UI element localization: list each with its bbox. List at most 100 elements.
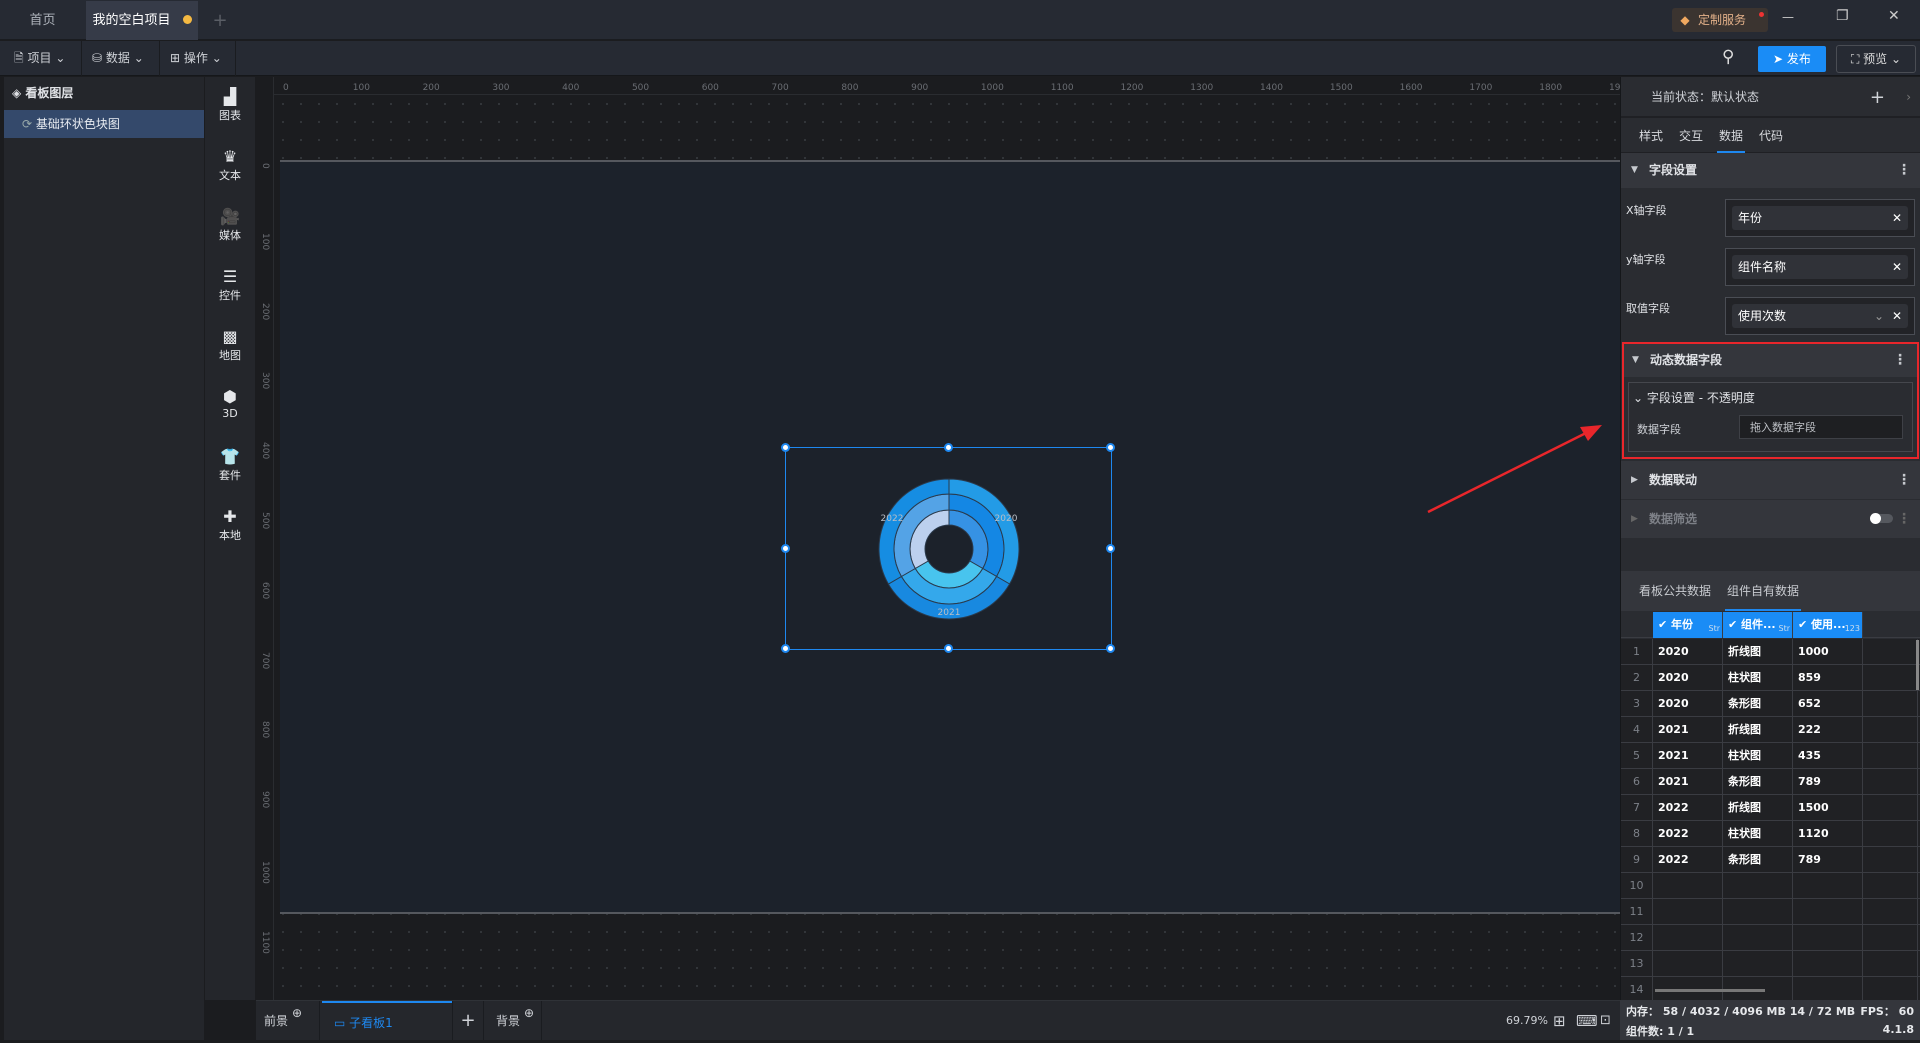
table-cell[interactable] [1863, 873, 1918, 899]
field-dropzone[interactable]: 使用次数 ⌄ ✕ [1725, 297, 1915, 335]
component-puzzle[interactable]: ✚ 本地 [205, 507, 255, 543]
table-cell[interactable]: 2020 [1653, 691, 1723, 717]
restore-button[interactable]: ❐ [1836, 8, 1849, 24]
table-cell[interactable]: 2021 [1653, 743, 1723, 769]
table-cell[interactable] [1653, 873, 1723, 899]
table-cell[interactable]: 2021 [1653, 717, 1723, 743]
filter-header[interactable]: ▶ 数据筛选 ⋮ [1621, 500, 1920, 538]
menu-operation[interactable]: ⊞ 操作 ⌄ [160, 41, 236, 76]
table-cell[interactable] [1723, 899, 1793, 925]
check-icon[interactable]: ✔ [1658, 618, 1671, 631]
table-cell[interactable]: 2022 [1653, 795, 1723, 821]
table-cell[interactable]: 柱状图 [1723, 743, 1793, 769]
table-row[interactable]: 10 [1621, 873, 1920, 899]
table-row[interactable]: 4 2021 折线图 222 [1621, 717, 1920, 743]
table-cell[interactable] [1653, 925, 1723, 951]
table-cell[interactable]: 789 [1793, 769, 1863, 795]
custom-service-button[interactable]: ◆ 定制服务 [1672, 8, 1768, 32]
table-row[interactable]: 13 [1621, 951, 1920, 977]
zoom-level[interactable]: 69.79% [1506, 1001, 1548, 1041]
menu-data[interactable]: ⛁ 数据 ⌄ [82, 41, 160, 76]
column-header[interactable]: ✔ 年份 Str [1653, 612, 1723, 638]
minimize-button[interactable]: — [1782, 10, 1794, 24]
chevron-right-icon[interactable]: › [1906, 77, 1911, 118]
table-cell[interactable] [1723, 873, 1793, 899]
table-row[interactable]: 11 [1621, 899, 1920, 925]
menu-project[interactable]: 🗎 项目 ⌄ [4, 41, 82, 76]
column-header[interactable]: ✔ 组件... Str [1723, 612, 1793, 638]
table-cell[interactable] [1653, 951, 1723, 977]
foreground-tab[interactable]: 前景⊕ [264, 1001, 320, 1041]
table-cell[interactable] [1723, 925, 1793, 951]
table-cell[interactable] [1863, 691, 1918, 717]
resize-handle[interactable] [1106, 543, 1115, 553]
table-cell[interactable]: 2021 [1653, 769, 1723, 795]
linkage-header[interactable]: ▶ 数据联动 ⋮ [1621, 461, 1920, 499]
horizontal-scrollbar[interactable] [1655, 989, 1765, 992]
field-dropzone[interactable]: 年份 ✕ [1725, 199, 1915, 237]
table-cell[interactable] [1723, 951, 1793, 977]
table-cell[interactable] [1793, 925, 1863, 951]
vertical-scrollbar[interactable] [1916, 640, 1919, 690]
table-cell[interactable]: 859 [1793, 665, 1863, 691]
table-row[interactable]: 2 2020 柱状图 859 [1621, 665, 1920, 691]
tab-0[interactable]: 样式 [1637, 120, 1665, 153]
tab-3[interactable]: 代码 [1757, 120, 1785, 153]
check-icon[interactable]: ✔ [1728, 618, 1741, 631]
table-row[interactable]: 1 2020 折线图 1000 [1621, 639, 1920, 665]
table-cell[interactable]: 折线图 [1723, 717, 1793, 743]
table-cell[interactable]: 435 [1793, 743, 1863, 769]
table-cell[interactable]: 柱状图 [1723, 665, 1793, 691]
add-circle-icon[interactable]: ⊕ [292, 1006, 302, 1020]
more-icon[interactable]: ⋮ [1893, 344, 1907, 377]
table-row[interactable]: 8 2022 柱状图 1120 [1621, 821, 1920, 847]
background-tab[interactable]: 背景⊕ [486, 1001, 542, 1041]
data-field-dropzone[interactable]: 拖入数据字段 [1739, 415, 1903, 439]
filter-toggle[interactable] [1870, 513, 1893, 524]
component-text[interactable]: ♛ 文本 [205, 147, 255, 183]
field-chip[interactable]: 组件名称 ✕ [1732, 255, 1908, 279]
table-cell[interactable]: 2020 [1653, 665, 1723, 691]
table-cell[interactable]: 2022 [1653, 847, 1723, 873]
table-cell[interactable]: 折线图 [1723, 639, 1793, 665]
table-cell[interactable]: 折线图 [1723, 795, 1793, 821]
field-settings-header[interactable]: ▼ 字段设置 ⋮ [1621, 153, 1920, 188]
tab-home[interactable]: 首页 [0, 1, 85, 40]
table-cell[interactable] [1863, 847, 1918, 873]
table-cell[interactable]: 条形图 [1723, 769, 1793, 795]
resize-handle[interactable] [943, 644, 953, 653]
column-header[interactable]: ✔ 使用... 123 [1793, 612, 1863, 638]
add-board-button[interactable]: + [452, 1001, 484, 1041]
preview-button[interactable]: ⛶ 预览 ⌄ [1836, 45, 1916, 73]
new-tab-button[interactable]: + [205, 1, 235, 40]
current-state[interactable]: 当前状态：默认状态 [1651, 90, 1759, 104]
table-cell[interactable] [1863, 925, 1918, 951]
table-cell[interactable] [1793, 873, 1863, 899]
check-icon[interactable]: ✔ [1798, 618, 1811, 631]
table-cell[interactable] [1863, 665, 1918, 691]
dynamic-field-header[interactable]: ▼ 动态数据字段 ⋮ [1624, 344, 1917, 377]
resize-handle[interactable] [1106, 443, 1115, 452]
table-cell[interactable]: 1000 [1793, 639, 1863, 665]
table-cell[interactable] [1863, 951, 1918, 977]
chevron-down-icon[interactable]: ⌄ [1874, 304, 1884, 328]
field-dropzone[interactable]: 组件名称 ✕ [1725, 248, 1915, 286]
more-icon[interactable]: ⋮ [1897, 500, 1911, 538]
table-cell[interactable]: 789 [1793, 847, 1863, 873]
table-cell[interactable] [1863, 821, 1918, 847]
component-control[interactable]: ☰ 控件 [205, 267, 255, 303]
component-chart[interactable]: ▟ 图表 [205, 87, 255, 123]
table-cell[interactable] [1793, 951, 1863, 977]
table-cell[interactable] [1863, 639, 1918, 665]
component-cube[interactable]: ⬢ 3D [205, 387, 255, 420]
more-icon[interactable]: ⋮ [1897, 461, 1911, 499]
terminal-icon[interactable]: ⊡ [1600, 1001, 1611, 1041]
table-cell[interactable]: 条形图 [1723, 847, 1793, 873]
tab-2[interactable]: 数据 [1717, 120, 1746, 153]
table-cell[interactable] [1793, 899, 1863, 925]
remove-field-icon[interactable]: ✕ [1892, 206, 1902, 230]
tab-1[interactable]: 交互 [1677, 120, 1705, 153]
component-kit[interactable]: 👕 套件 [205, 447, 255, 483]
remove-field-icon[interactable]: ✕ [1892, 304, 1902, 328]
resize-handle[interactable] [781, 443, 790, 452]
